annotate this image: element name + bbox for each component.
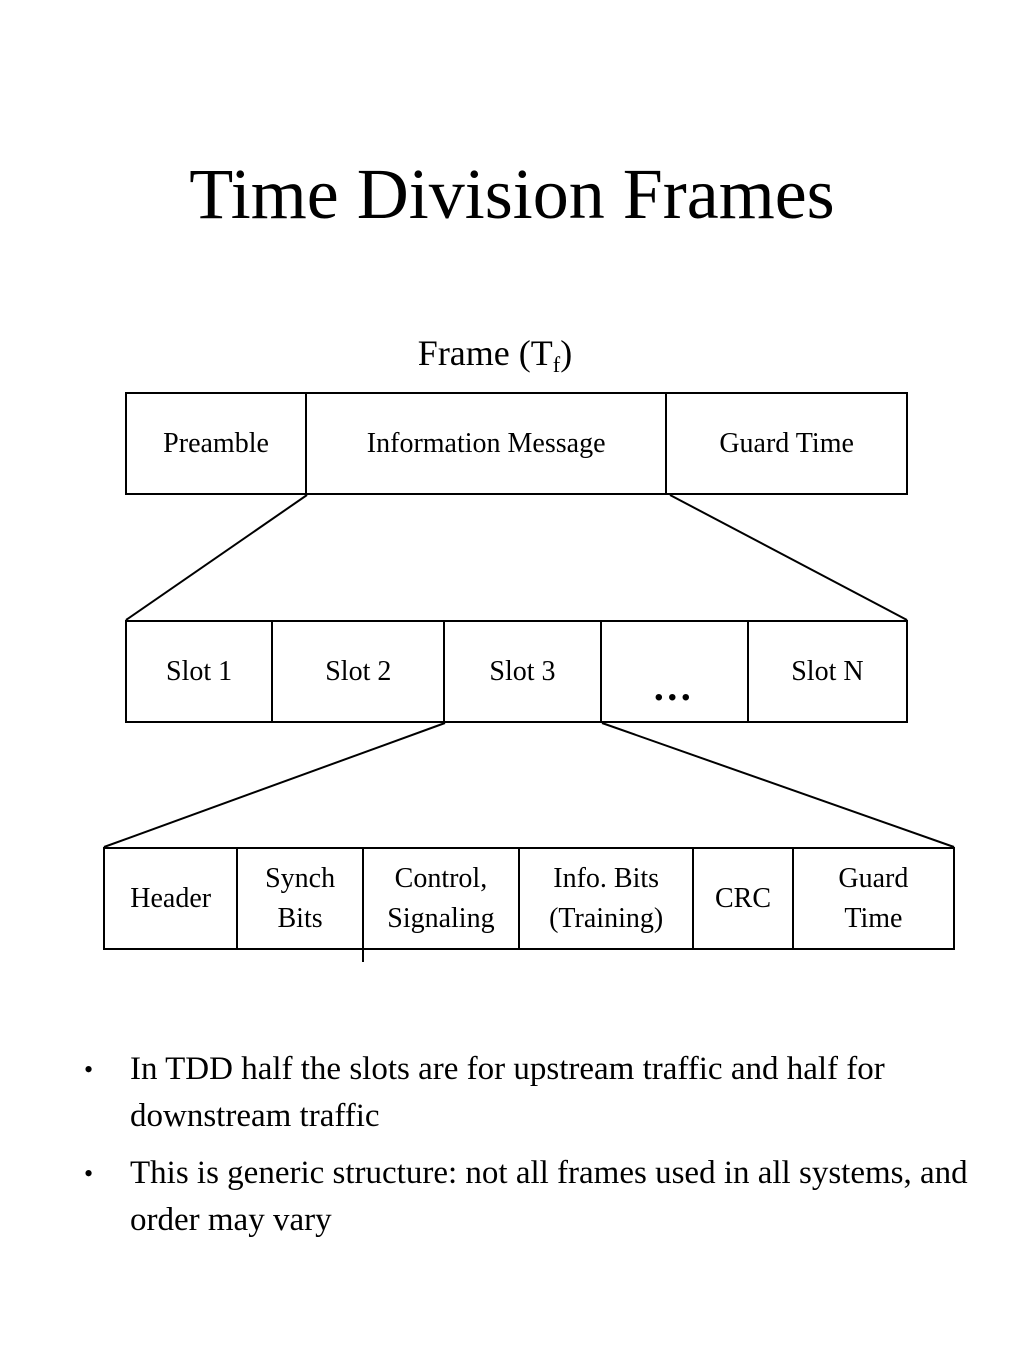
synch-control-divider	[362, 852, 364, 962]
burst-cell-synch-bits-line2: Bits	[277, 902, 323, 934]
burst-cell-synch-bits: Synch Bits	[238, 849, 364, 948]
frame-cell-preamble: Preamble	[127, 394, 308, 493]
burst-cell-crc-line1: CRC	[714, 882, 772, 914]
slot-structure-row: Slot 1 Slot 2 Slot 3 … Slot N	[125, 620, 908, 723]
bullet-item-tdd: • In TDD half the slots are for upstream…	[78, 1046, 978, 1140]
burst-cell-header-line1: Header	[130, 882, 212, 914]
bullet-marker-icon: •	[84, 1159, 94, 1188]
burst-cell-guard-time: Guard Time	[794, 849, 953, 948]
burst-cell-guard-time-line1: Guard	[838, 862, 909, 894]
burst-cell-info-bits: Info. Bits (Training)	[520, 849, 695, 948]
frame-cell-guard-time: Guard Time	[719, 427, 854, 459]
slide-canvas: Time Division Frames Frame (Tf) Preamble…	[0, 0, 1024, 1365]
burst-cell-synch-bits-line1: Synch	[265, 862, 336, 894]
slot-detail-row: Header Synch Bits Control, Signaling Inf…	[103, 847, 955, 950]
burst-cell-control-signaling-line2: Signaling	[387, 902, 495, 934]
bullet-list: • In TDD half the slots are for upstream…	[78, 1046, 978, 1254]
bullet-marker-icon: •	[84, 1055, 94, 1084]
slot-cell-1: Slot 1	[127, 622, 274, 721]
burst-cell-crc: CRC	[694, 849, 794, 948]
bullet-item-generic-structure-text: This is generic structure: not all frame…	[130, 1155, 968, 1238]
burst-cell-guard-time-line2: Time	[844, 902, 903, 934]
frame-structure-row: Preamble Information Message Guard Time	[125, 392, 908, 495]
bullet-item-generic-structure: • This is generic structure: not all fra…	[78, 1150, 978, 1244]
burst-cell-control-signaling: Control, Signaling	[364, 849, 521, 948]
burst-cell-control-signaling-line1: Control,	[394, 862, 488, 894]
slot-cell-2: Slot 2	[273, 622, 446, 721]
slot-cell-ellipsis: …	[602, 622, 749, 721]
burst-cell-info-bits-line1: Info. Bits	[553, 862, 660, 894]
burst-cell-info-bits-line2: (Training)	[549, 902, 664, 934]
slot-cell-3: Slot 3	[445, 622, 602, 721]
bullet-item-tdd-text: In TDD half the slots are for upstream t…	[130, 1051, 885, 1134]
burst-cell-header: Header	[105, 849, 239, 948]
frame-diagram: Preamble Information Message Guard Time …	[0, 0, 1024, 1000]
frame-cell-information-message: Information Message	[307, 394, 668, 493]
slot-cell-n: Slot N	[791, 655, 864, 687]
